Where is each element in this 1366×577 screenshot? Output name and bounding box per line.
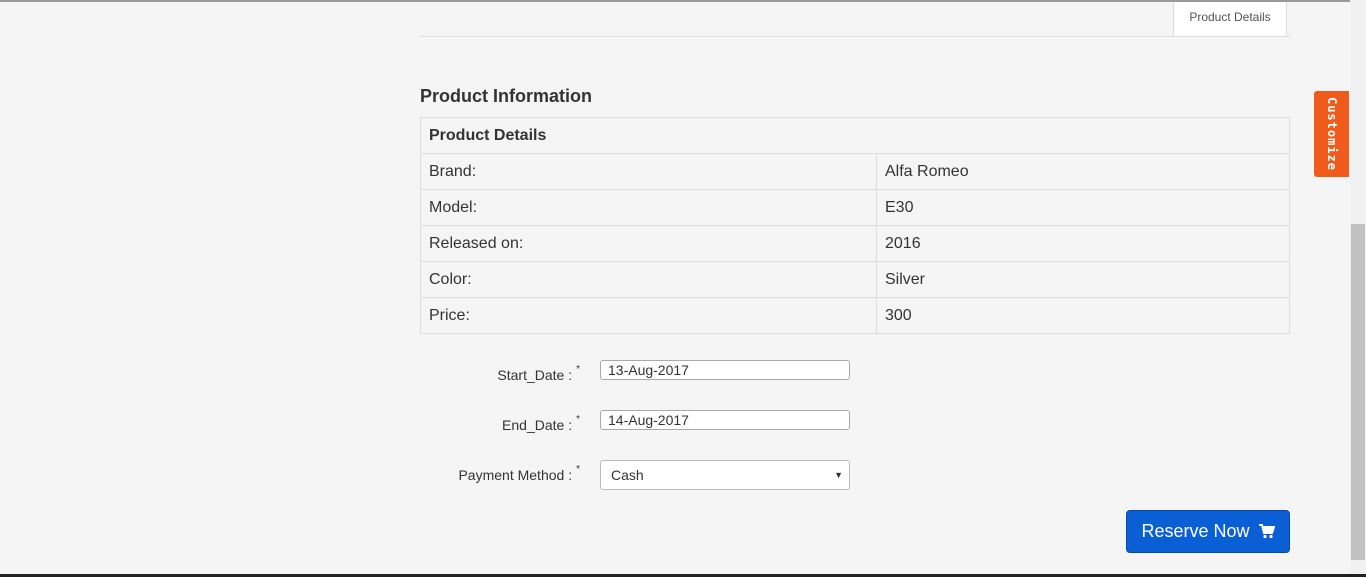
row-key: Model: bbox=[420, 189, 877, 226]
row-value: Alfa Romeo bbox=[876, 153, 1290, 190]
required-mark: * bbox=[576, 414, 580, 425]
table-row: Color: Silver bbox=[420, 261, 1290, 298]
end-date-input[interactable] bbox=[600, 410, 850, 430]
scrollbar-thumb[interactable] bbox=[1351, 224, 1365, 560]
row-key: Released on: bbox=[420, 225, 877, 262]
required-mark: * bbox=[576, 364, 580, 375]
payment-method-label: Payment Method : * bbox=[420, 464, 580, 483]
section-title: Product Information bbox=[420, 86, 592, 106]
table-header-row: Product Details bbox=[420, 117, 1290, 154]
table-header: Product Details bbox=[420, 117, 1290, 154]
cart-icon bbox=[1258, 524, 1275, 539]
reserve-now-button[interactable]: Reserve Now bbox=[1126, 510, 1290, 553]
row-value: 2016 bbox=[876, 225, 1290, 262]
required-mark: * bbox=[576, 464, 580, 475]
table-row: Released on: 2016 bbox=[420, 225, 1290, 262]
customize-tab[interactable]: Customize bbox=[1314, 91, 1349, 177]
payment-method-select[interactable]: Cash ▼ bbox=[600, 460, 850, 490]
end-date-label-text: End_Date : bbox=[502, 417, 573, 433]
reserve-now-label: Reserve Now bbox=[1141, 521, 1250, 541]
table-row: Model: E30 bbox=[420, 189, 1290, 226]
row-key: Price: bbox=[420, 297, 877, 334]
start-date-input[interactable] bbox=[600, 360, 850, 380]
row-key: Color: bbox=[420, 261, 877, 298]
start-date-label: Start_Date : * bbox=[420, 364, 580, 383]
row-value: Silver bbox=[876, 261, 1290, 298]
customize-label: Customize bbox=[1324, 96, 1339, 172]
row-key: Brand: bbox=[420, 153, 877, 190]
row-value: E30 bbox=[876, 189, 1290, 226]
top-border bbox=[0, 0, 1350, 2]
table-row: Price: 300 bbox=[420, 297, 1290, 334]
product-details-table: Product Details Brand: Alfa Romeo Model:… bbox=[420, 117, 1290, 334]
table-row: Brand: Alfa Romeo bbox=[420, 153, 1290, 190]
dropdown-arrow-icon: ▼ bbox=[834, 470, 843, 480]
payment-method-value: Cash bbox=[611, 467, 644, 483]
tab-product-details[interactable]: Product Details bbox=[1173, 2, 1287, 36]
start-date-label-text: Start_Date : bbox=[497, 367, 573, 383]
row-value: 300 bbox=[876, 297, 1290, 334]
payment-method-label-text: Payment Method : bbox=[458, 467, 573, 483]
tab-strip-divider bbox=[420, 36, 1290, 37]
end-date-label: End_Date : * bbox=[420, 414, 580, 433]
